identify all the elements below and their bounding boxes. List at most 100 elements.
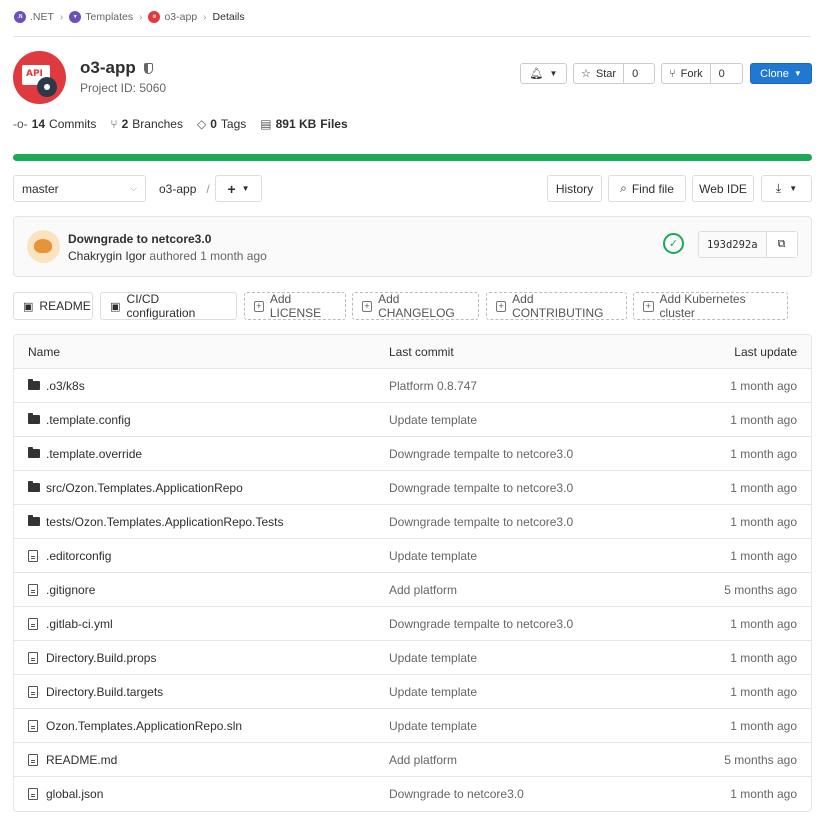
project-name[interactable]: o3-app xyxy=(80,58,136,78)
cicd-configuration-button[interactable]: ▣ CI/CD configuration xyxy=(100,292,237,320)
history-button[interactable]: History xyxy=(547,175,602,202)
web-ide-button[interactable]: Web IDE xyxy=(692,175,754,202)
file-name-link[interactable]: .gitlab-ci.yml xyxy=(46,617,113,631)
breadcrumb-item-details[interactable]: Details xyxy=(213,11,245,23)
chevron-down-icon: ▼ xyxy=(793,69,802,78)
files-stat[interactable]: ▤ 891 KB Files xyxy=(260,117,347,131)
star-label: Star xyxy=(595,67,617,80)
chevron-down-icon: ▼ xyxy=(789,184,798,193)
file-name-link[interactable]: .template.override xyxy=(46,447,142,461)
add-changelog-button[interactable]: + Add CHANGELOG xyxy=(352,292,479,320)
commit-message[interactable]: Downgrade to netcore3.0 xyxy=(68,232,211,246)
table-row[interactable]: Directory.Build.props Update template 1 mo… xyxy=(14,641,811,675)
last-commit-link[interactable]: Platform 0.8.747 xyxy=(376,379,676,393)
breadcrumb-item-net[interactable]: .N .NET xyxy=(14,11,54,23)
find-file-button[interactable]: ⌕ Find file xyxy=(608,175,686,202)
download-dropdown-button[interactable]: ⤓ ▼ xyxy=(761,175,812,202)
table-row[interactable]: global.json Downgrade to netcore3.0 1 mont… xyxy=(14,777,811,811)
file-name-link[interactable]: README.md xyxy=(46,753,117,767)
column-header-last-commit: Last commit xyxy=(389,344,454,359)
fork-button[interactable]: ⑂ Fork 0 xyxy=(661,63,743,84)
fork-part: ⑂ Fork xyxy=(662,64,710,83)
branches-stat[interactable]: ⑂ 2 Branches xyxy=(110,117,183,131)
project-avatar[interactable]: API xyxy=(13,51,66,104)
table-row[interactable]: README.md Add platform 5 months ago xyxy=(14,743,811,777)
pipeline-passed-icon[interactable]: ✓ xyxy=(663,233,684,254)
table-row[interactable]: Directory.Build.targets Update template 1 … xyxy=(14,675,811,709)
file-name-cell: README.md xyxy=(14,753,376,767)
breadcrumb-label: Templates xyxy=(85,11,134,23)
tags-stat[interactable]: ◇ 0 Tags xyxy=(197,117,246,131)
last-commit-link[interactable]: Update template xyxy=(376,549,676,563)
star-count[interactable]: 0 xyxy=(623,64,646,83)
file-name-link[interactable]: .editorconfig xyxy=(46,549,111,563)
file-name-link[interactable]: Ozon.Templates.ApplicationRepo.sln xyxy=(46,719,242,733)
file-name-link[interactable]: .template.config xyxy=(46,413,131,427)
last-commit-link[interactable]: Add platform xyxy=(376,583,676,597)
breadcrumb-label: .NET xyxy=(30,11,54,23)
commits-stat[interactable]: -o- 14 Commits xyxy=(13,117,96,131)
gear-icon xyxy=(37,77,57,97)
last-commit-link[interactable]: Update template xyxy=(376,685,676,699)
repository-languages-bar[interactable] xyxy=(13,154,812,161)
last-commit-link[interactable]: Downgrade tempalte to netcore3.0 xyxy=(376,447,676,461)
table-row[interactable]: .editorconfig Update template 1 month ago xyxy=(14,539,811,573)
breadcrumb-item-templates[interactable]: ▼ Templates xyxy=(69,11,133,23)
column-header-last-update: Last update xyxy=(734,344,797,359)
table-row[interactable]: .gitignore Add platform 5 months ago xyxy=(14,573,811,607)
last-commit-link[interactable]: Update template xyxy=(376,719,676,733)
table-row[interactable]: .o3/k8s Platform 0.8.747 1 month ago xyxy=(14,369,811,403)
table-row[interactable]: .template.override Downgrade tempalte to … xyxy=(14,437,811,471)
folder-icon xyxy=(28,413,41,424)
file-name-cell: Directory.Build.props xyxy=(14,651,376,665)
last-commit-link[interactable]: Update template xyxy=(376,651,676,665)
table-row[interactable]: tests/Ozon.Templates.ApplicationRepo.Tes… xyxy=(14,505,811,539)
file-icon xyxy=(28,719,41,732)
last-update-time: 1 month ago xyxy=(730,480,797,495)
commit-sha-group: 193d292a ⧉ xyxy=(698,231,798,258)
last-commit-link[interactable]: Update template xyxy=(376,413,676,427)
add-kubernetes-cluster-button[interactable]: + Add Kubernetes cluster xyxy=(633,292,788,320)
table-row[interactable]: src/Ozon.Templates.ApplicationRepo Downgr… xyxy=(14,471,811,505)
last-commit-link[interactable]: Downgrade tempalte to netcore3.0 xyxy=(376,617,676,631)
commit-meta: Chakrygin Igor authored 1 month ago xyxy=(68,249,267,263)
file-name-link[interactable]: src/Ozon.Templates.ApplicationRepo xyxy=(46,481,243,495)
add-contributing-button[interactable]: + Add CONTRIBUTING xyxy=(486,292,627,320)
branch-select[interactable]: master ⌵ xyxy=(13,175,146,202)
add-to-tree-dropdown[interactable]: + ▼ xyxy=(215,175,262,202)
clone-button[interactable]: Clone ▼ xyxy=(750,63,812,84)
file-name-cell: .gitignore xyxy=(14,583,376,597)
last-commit-link[interactable]: Add platform xyxy=(376,753,676,767)
last-commit-link[interactable]: Downgrade tempalte to netcore3.0 xyxy=(376,515,676,529)
folder-icon xyxy=(28,379,41,390)
last-update-time: 1 month ago xyxy=(730,787,797,801)
add-license-button[interactable]: + Add LICENSE xyxy=(244,292,346,320)
branches-count: 2 xyxy=(121,117,129,131)
fork-count[interactable]: 0 xyxy=(709,64,733,83)
repo-path-root[interactable]: o3-app xyxy=(159,182,196,196)
author-avatar[interactable] xyxy=(27,230,60,263)
commit-sha[interactable]: 193d292a xyxy=(699,232,766,257)
last-commit-link[interactable]: Downgrade to netcore3.0 xyxy=(376,787,676,801)
notification-dropdown-button[interactable]: 🔔︎ ▼ xyxy=(520,63,567,84)
file-name-link[interactable]: .gitignore xyxy=(46,583,95,597)
cicd-icon: ▣ xyxy=(110,300,121,313)
readme-button[interactable]: ▣ README xyxy=(13,292,93,320)
file-name-link[interactable]: Directory.Build.props xyxy=(46,651,156,665)
table-row[interactable]: Ozon.Templates.ApplicationRepo.sln Update… xyxy=(14,709,811,743)
star-button[interactable]: ☆ Star 0 xyxy=(573,63,655,84)
file-size-icon: ▤ xyxy=(260,117,272,131)
file-name-link[interactable]: tests/Ozon.Templates.ApplicationRepo.Tes… xyxy=(46,515,283,529)
file-name-link[interactable]: Directory.Build.targets xyxy=(46,685,163,699)
commit-author[interactable]: Chakrygin Igor xyxy=(68,249,146,263)
plus-square-icon: + xyxy=(362,300,373,312)
file-name-link[interactable]: global.json xyxy=(46,787,103,801)
copy-sha-button[interactable]: ⧉ xyxy=(765,232,797,257)
templates-group-icon: ▼ xyxy=(69,11,82,23)
table-row[interactable]: .gitlab-ci.yml Downgrade tempalte to netc… xyxy=(14,607,811,641)
breadcrumb-item-project[interactable]: ⚙ o3-app xyxy=(148,11,197,23)
tags-count: 0 xyxy=(210,117,217,131)
table-row[interactable]: .template.config Update template 1 month a… xyxy=(14,403,811,437)
last-commit-link[interactable]: Downgrade tempalte to netcore3.0 xyxy=(376,481,676,495)
file-name-link[interactable]: .o3/k8s xyxy=(46,379,85,393)
